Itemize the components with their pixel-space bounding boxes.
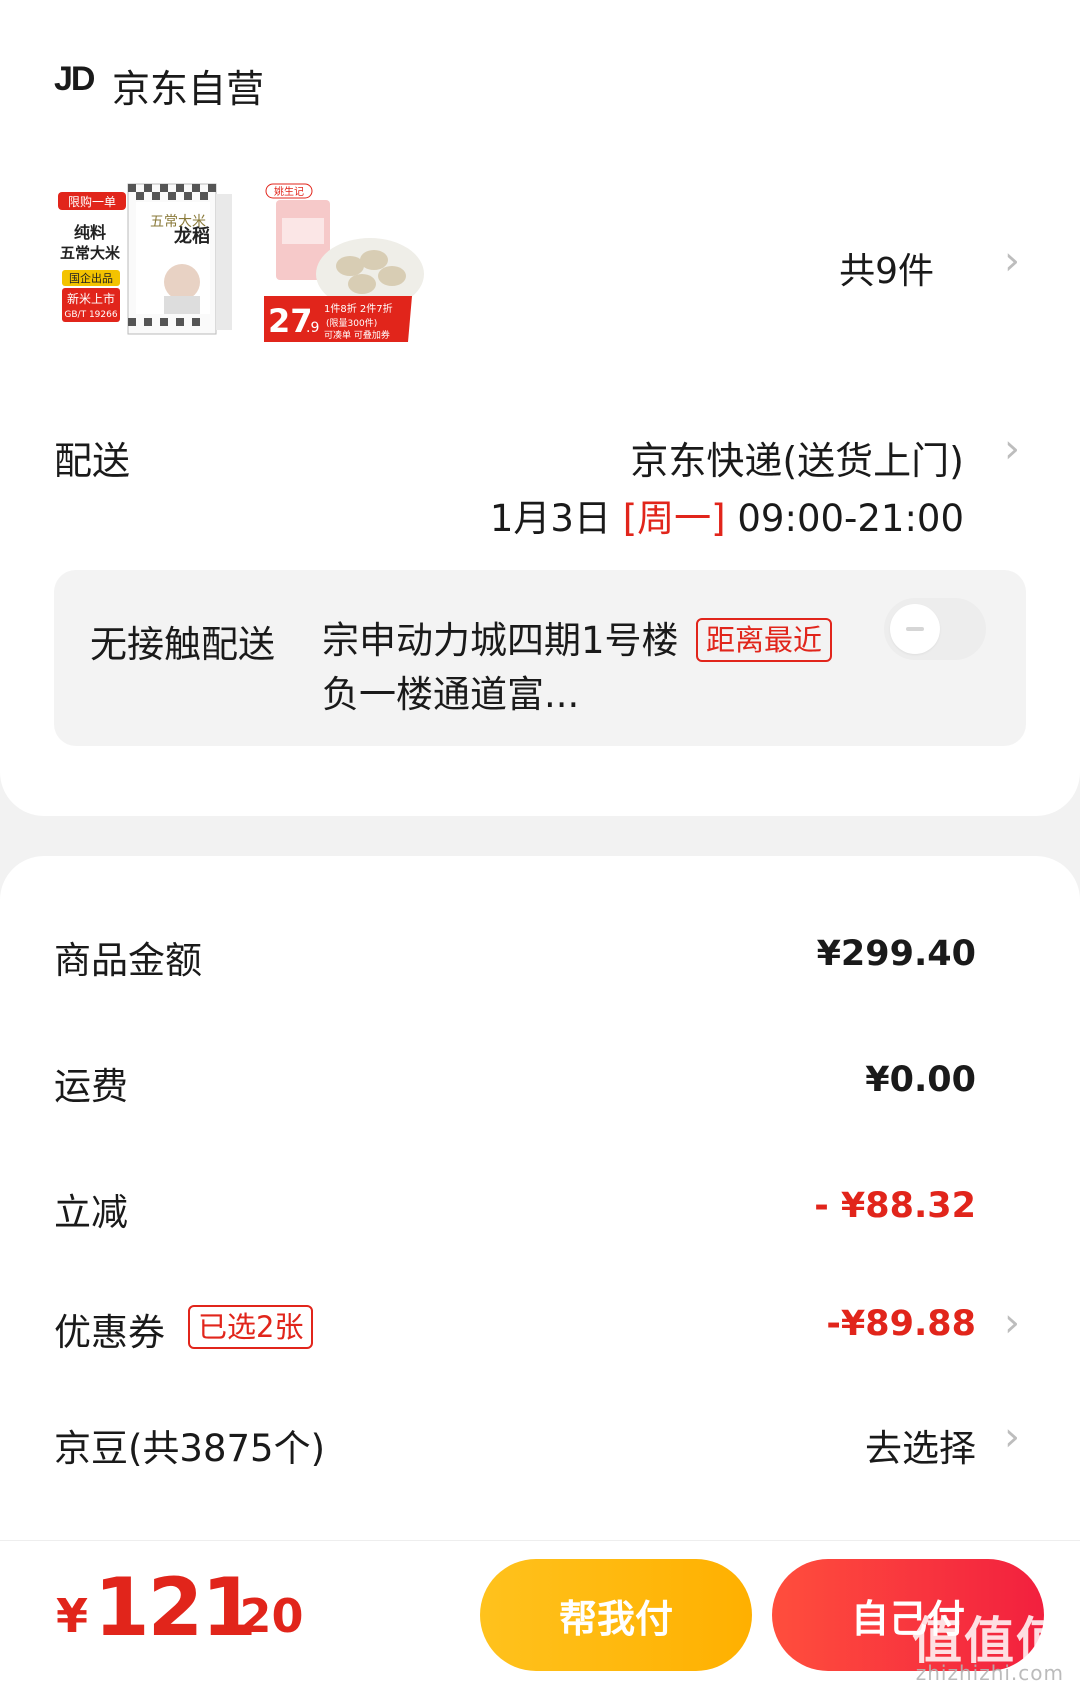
goods-amount-label: 商品金额: [54, 939, 202, 982]
delivery-date: 1月3日: [489, 497, 611, 540]
svg-text:12.28-1.3: 12.28-1.3: [270, 341, 309, 350]
shipping-label: 运费: [54, 1065, 128, 1108]
checkout-bar: ¥ 121 .20 帮我付 自己付 值值值 zhizhizhi.com: [0, 1540, 1080, 1689]
help-pay-button[interactable]: 帮我付: [480, 1559, 752, 1671]
svg-text:国企出品: 国企出品: [69, 271, 113, 285]
chevron-right-icon[interactable]: ›: [1004, 1414, 1020, 1460]
shop-name: 京东自营: [112, 67, 265, 111]
jd-logo: JD: [54, 60, 95, 98]
chevron-right-icon[interactable]: ›: [1004, 1300, 1020, 1346]
svg-text:纯料: 纯料: [74, 223, 106, 242]
order-card: JD 京东自营 限购一单 纯料 五常大米 国企出品 新米上市 GB/T 1926…: [0, 0, 1080, 816]
watermark-site: zhizhizhi.com: [915, 1661, 1064, 1685]
jd-beans-select[interactable]: 去选择: [865, 1418, 976, 1472]
svg-text:1件8折 2件7折: 1件8折 2件7折: [324, 302, 393, 315]
product-thumbnail-rice[interactable]: 限购一单 纯料 五常大米 国企出品 新米上市 GB/T 19266 五常大米 龙…: [56, 178, 232, 354]
contactless-delivery-box: 无接触配送 宗申动力城四期1号楼负一楼通道富... 距离最近: [54, 570, 1026, 746]
delivery-address: 宗申动力城四期1号楼负一楼通道富...: [322, 619, 679, 716]
discount-label: 立减: [54, 1191, 128, 1234]
product-badge: 限购一单: [68, 194, 116, 209]
delivery-label: 配送: [54, 439, 131, 483]
chevron-right-icon[interactable]: ›: [1004, 426, 1020, 472]
coupon-value[interactable]: -¥89.88: [826, 1304, 976, 1344]
total-decimal: .20: [222, 1589, 304, 1643]
svg-text:可凑单 可叠加券: 可凑单 可叠加券: [324, 329, 390, 341]
delivery-window: 09:00-21:00: [737, 497, 964, 540]
contactless-toggle[interactable]: [884, 598, 986, 660]
total-currency: ¥: [56, 1589, 89, 1643]
discount-value: - ¥88.32: [814, 1186, 976, 1226]
chevron-right-icon[interactable]: ›: [1004, 238, 1020, 284]
rice-product-image: 限购一单 纯料 五常大米 国企出品 新米上市 GB/T 19266 五常大米 龙…: [56, 178, 232, 354]
nearest-tag: 距离最近: [696, 618, 833, 662]
pistachio-product-image: 姚生记 27 .9 1件8折 2件7折 (限量300件) 可凑单 可叠加券 12…: [262, 178, 438, 354]
coupon-label[interactable]: 优惠券: [54, 1302, 165, 1356]
delivery-weekday: [周一]: [622, 497, 726, 540]
svg-text:五常大米: 五常大米: [60, 244, 121, 262]
items-count[interactable]: 共9件: [839, 242, 934, 294]
svg-text:GB/T 19266: GB/T 19266: [64, 310, 117, 320]
product-thumbnail-pistachio[interactable]: 姚生记 27 .9 1件8折 2件7折 (限量300件) 可凑单 可叠加券 12…: [262, 178, 438, 354]
jd-beans-label: 京豆(共3875个): [54, 1427, 326, 1470]
goods-amount-value: ¥299.40: [816, 934, 976, 974]
svg-text:姚生记: 姚生记: [274, 185, 304, 198]
svg-text:(限量300件): (限量300件): [326, 317, 377, 329]
toggle-knob: [890, 604, 940, 654]
coupon-selected-tag: 已选2张: [188, 1305, 314, 1349]
svg-text:新米上市: 新米上市: [67, 291, 115, 306]
delivery-time: 1月3日 [周一] 09:00-21:00: [490, 488, 964, 542]
contactless-label: 无接触配送: [90, 623, 275, 666]
svg-text:.9: .9: [306, 320, 319, 336]
svg-text:龙稻: 龙稻: [174, 225, 210, 247]
shipping-value: ¥0.00: [865, 1060, 976, 1100]
delivery-method[interactable]: 京东快递(送货上门): [630, 430, 964, 485]
